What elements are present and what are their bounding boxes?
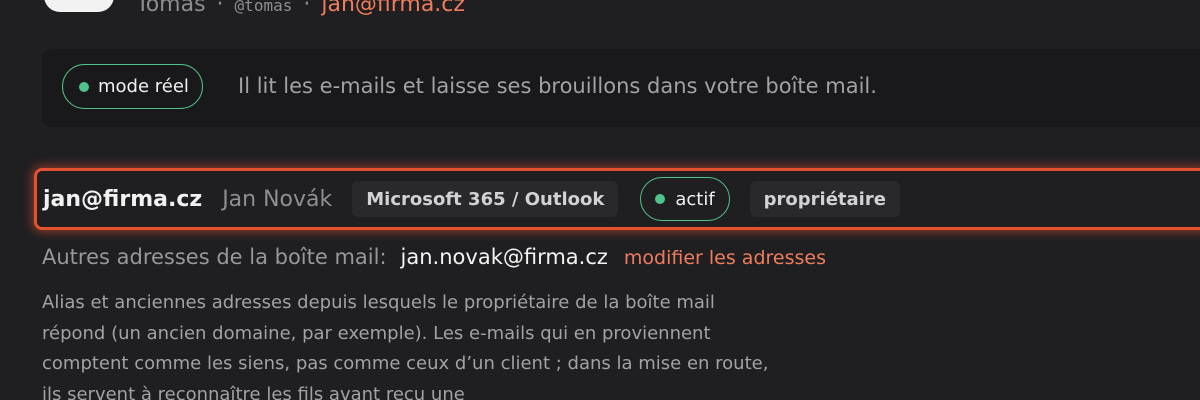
- other-addresses-label: Autres adresses de la boîte mail:: [42, 245, 387, 269]
- mode-label: mode réel: [98, 76, 189, 97]
- status-dot-icon: [655, 194, 666, 204]
- separator: ·: [303, 0, 311, 17]
- account-name: Jan Novák: [222, 186, 333, 212]
- status-dot-icon: [79, 81, 89, 92]
- account-row[interactable]: jan@firma.cz Jan Novák Microsoft 365 / O…: [34, 168, 1200, 230]
- provider-badge: Microsoft 365 / Outlook: [352, 181, 619, 217]
- status-badge: actif: [640, 177, 730, 221]
- role-badge: propriétaire: [749, 181, 900, 217]
- other-address-value: jan.novak@firma.cz: [400, 245, 608, 269]
- avatar: [44, 0, 114, 12]
- mode-badge[interactable]: mode réel: [62, 64, 203, 109]
- status-label: actif: [675, 188, 715, 210]
- account-settings-page: Tomas · @tomas · jan@firma.cz mode réel …: [0, 0, 1200, 400]
- other-addresses-row: Autres adresses de la boîte mail: jan.no…: [42, 245, 826, 269]
- user-info-line: Tomas · @tomas · jan@firma.cz: [136, 0, 465, 17]
- mode-description: Il lit les e-mails et laisse ses brouill…: [238, 74, 877, 98]
- mode-panel: mode réel Il lit les e-mails et laisse s…: [42, 49, 1200, 127]
- other-addresses-help: Alias et anciennes adresses depuis lesqu…: [42, 292, 769, 400]
- account-email: jan@firma.cz: [43, 186, 203, 212]
- user-name: Tomas: [136, 0, 206, 17]
- separator: ·: [216, 0, 224, 17]
- user-email: jan@firma.cz: [321, 0, 465, 17]
- user-handle: @tomas: [234, 0, 293, 15]
- edit-addresses-link[interactable]: modifier les adresses: [624, 247, 826, 269]
